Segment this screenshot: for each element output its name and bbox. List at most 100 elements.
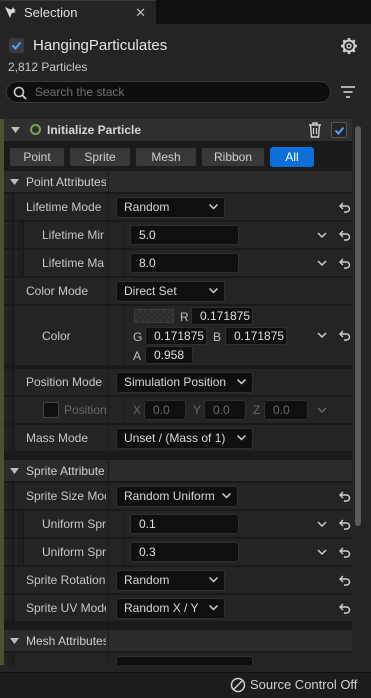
source-control-label: Source Control Off	[250, 677, 358, 692]
row-lifetime-mode: Lifetime Mode Random	[4, 194, 352, 221]
position-y-input[interactable]: 0.0	[204, 400, 246, 420]
row-lifetime-max: Lifetime Ma 8.0	[4, 250, 352, 277]
close-icon[interactable]: ✕	[135, 5, 146, 21]
chevron-down-icon	[237, 435, 246, 441]
module-enabled-checkbox[interactable]	[331, 122, 347, 138]
module-status-icon	[30, 124, 41, 135]
reset-icon[interactable]	[339, 575, 351, 586]
collapse-icon[interactable]	[11, 127, 20, 133]
row-mass-mode: Mass Mode Unset / (Mass of 1)	[4, 425, 352, 452]
position-z-input[interactable]: 0.0	[264, 400, 308, 420]
chevron-down-icon	[209, 577, 218, 583]
row-color-mode: Color Mode Direct Set	[4, 278, 352, 305]
section-title: Point Attributes	[26, 175, 106, 189]
property-label: Sprite Rotation	[26, 573, 106, 587]
module-header[interactable]: Initialize Particle	[4, 119, 352, 141]
check-icon	[11, 41, 22, 50]
position-x-input[interactable]: 0.0	[144, 400, 186, 420]
reset-icon[interactable]	[339, 202, 351, 213]
color-r-input[interactable]: 0.171875	[191, 307, 253, 325]
section-point-attributes[interactable]: Point Attributes	[4, 171, 352, 193]
reset-icon[interactable]	[339, 330, 351, 341]
trash-icon[interactable]	[308, 122, 322, 138]
color-b-input[interactable]: 0.171875	[225, 327, 287, 345]
chevron-down-icon	[209, 288, 218, 294]
tab-ribbon[interactable]: Ribbon	[201, 147, 265, 167]
row-uniform-sprite-size-min: Uniform Spr 0.1	[4, 511, 352, 538]
chevron-down-icon	[209, 605, 218, 611]
particle-count: 2,812 Particles	[8, 60, 88, 74]
tab-all[interactable]: All	[270, 147, 314, 167]
color-swatch[interactable]	[134, 309, 174, 323]
lifetime-min-input[interactable]: 5.0	[130, 225, 239, 245]
position-mode-dropdown[interactable]: Simulation Position	[116, 372, 253, 393]
section-sprite-attributes[interactable]: Sprite Attribute	[4, 460, 352, 482]
chevron-down-icon	[209, 204, 218, 210]
reset-icon[interactable]	[339, 547, 351, 558]
chevron-down-icon[interactable]	[317, 549, 327, 556]
property-label: Position	[64, 403, 106, 417]
mass-mode-dropdown[interactable]: Unset / (Mass of 1)	[116, 428, 253, 449]
row-color: Color R 0.171875 G 0.171875 B 0.171875 A…	[4, 306, 352, 366]
row-uniform-sprite-size-max: Uniform Spr 0.3	[4, 539, 352, 566]
row-position: Position X 0.0 Y 0.0 Z 0.0	[4, 397, 352, 424]
scrollbar-thumb[interactable]	[355, 126, 361, 526]
chevron-down-icon[interactable]	[317, 407, 327, 414]
property-label: Lifetime Ma	[42, 256, 105, 270]
uniform-sprite-max-input[interactable]: 0.3	[130, 542, 239, 562]
uniform-sprite-min-input[interactable]: 0.1	[130, 514, 239, 534]
collapse-icon[interactable]	[10, 638, 19, 644]
scrollbar[interactable]	[355, 120, 363, 665]
sprite-uv-mode-dropdown[interactable]: Random X / Y	[116, 598, 225, 619]
chevron-down-icon[interactable]	[317, 521, 327, 528]
row-sprite-uv-mode: Sprite UV Mode Random X / Y	[4, 595, 352, 622]
chevron-down-icon	[237, 379, 246, 385]
search-input[interactable]	[35, 84, 320, 100]
selection-icon	[4, 6, 18, 20]
gear-icon[interactable]	[340, 37, 358, 55]
source-control-button[interactable]: Source Control Off	[226, 672, 371, 698]
collapse-icon[interactable]	[10, 179, 19, 185]
tab-sprite[interactable]: Sprite	[69, 147, 131, 167]
reset-icon[interactable]	[339, 258, 351, 269]
reset-icon[interactable]	[339, 603, 351, 614]
color-g-input[interactable]: 0.171875	[145, 327, 207, 345]
position-override-checkbox[interactable]	[43, 402, 59, 418]
chevron-down-icon[interactable]	[317, 332, 327, 339]
property-label: Lifetime Mode	[26, 200, 102, 214]
tab-title: Selection	[24, 5, 78, 20]
property-label: Uniform Spr	[42, 517, 106, 531]
row-sprite-size-mode: Sprite Size Moc Random Uniform	[4, 483, 352, 510]
sprite-rotation-dropdown[interactable]: Random	[116, 570, 225, 591]
reset-icon[interactable]	[339, 519, 351, 530]
collapse-icon[interactable]	[10, 468, 19, 474]
tab-selection[interactable]: Selection ✕	[0, 0, 156, 24]
property-label: Sprite UV Mode	[26, 601, 106, 615]
emitter-enabled-checkbox[interactable]	[9, 38, 24, 53]
property-label: Position Mode	[26, 375, 103, 389]
chevron-down-icon[interactable]	[317, 260, 327, 267]
tab-point[interactable]: Point	[9, 147, 65, 167]
lifetime-mode-dropdown[interactable]: Random	[116, 197, 225, 218]
chevron-down-icon	[222, 493, 231, 499]
section-mesh-attributes[interactable]: Mesh Attributes	[4, 630, 352, 652]
color-a-input[interactable]: 0.958	[145, 346, 193, 364]
color-mode-dropdown[interactable]: Direct Set	[116, 281, 225, 302]
section-title: Sprite Attribute	[26, 464, 105, 478]
emitter-name: HangingParticulates	[33, 37, 168, 54]
property-label: Color	[42, 329, 71, 343]
lifetime-max-input[interactable]: 8.0	[130, 253, 239, 273]
check-icon	[334, 126, 345, 135]
tab-mesh[interactable]: Mesh	[135, 147, 197, 167]
reset-icon[interactable]	[339, 230, 351, 241]
property-label: Mass Mode	[26, 431, 89, 445]
reset-icon[interactable]	[339, 491, 351, 502]
filter-icon[interactable]	[340, 85, 356, 99]
search-box[interactable]	[6, 81, 331, 103]
sprite-size-mode-dropdown[interactable]: Random Uniform	[116, 486, 238, 507]
chevron-down-icon[interactable]	[317, 232, 327, 239]
mesh-dropdown[interactable]	[116, 656, 253, 665]
source-control-off-icon	[230, 677, 246, 693]
view-filter-tabs: Point Sprite Mesh Ribbon All	[4, 141, 352, 171]
section-title: Mesh Attributes	[26, 634, 106, 648]
